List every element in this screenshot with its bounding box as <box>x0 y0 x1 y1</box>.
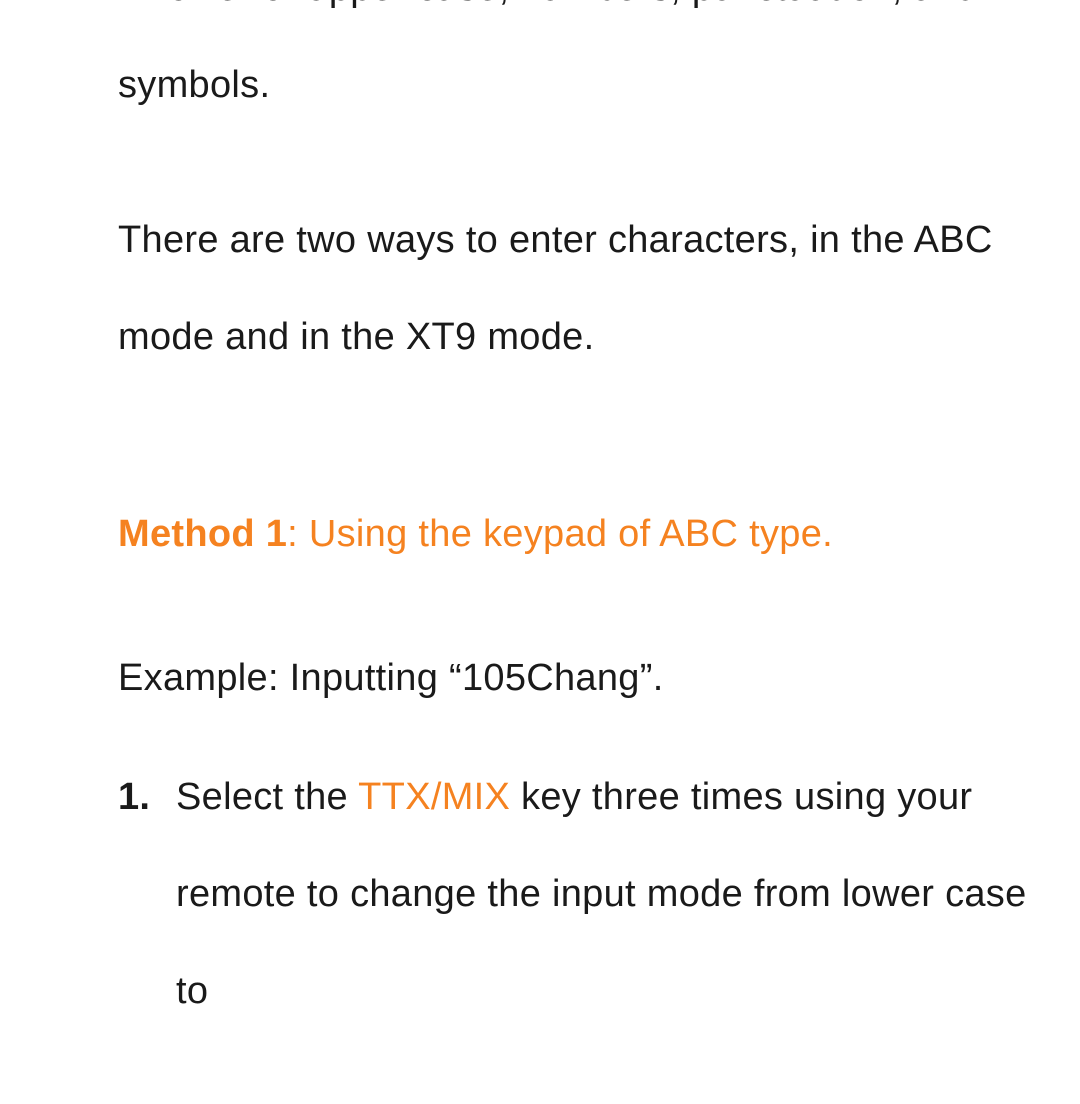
step-1: 1. Select the TTX/MIX key three times us… <box>118 749 1050 1040</box>
ttx-mix-key: TTX/MIX <box>358 776 510 818</box>
method-heading: Method 1: Using the keypad of ABC type. <box>118 486 1050 583</box>
example-text: Example: Inputting “105Chang”. <box>118 630 1050 727</box>
method-label: Method 1 <box>118 513 287 555</box>
intro-paragraph-1: in lower or upper case, numbers, punctua… <box>118 0 1050 134</box>
method-title: Using the keypad of ABC type. <box>309 513 833 555</box>
method-separator: : <box>287 513 309 555</box>
intro-paragraph-2: There are two ways to enter characters, … <box>118 192 1050 386</box>
step-marker: 1. <box>118 749 150 846</box>
step-text-before: Select the <box>176 776 358 818</box>
